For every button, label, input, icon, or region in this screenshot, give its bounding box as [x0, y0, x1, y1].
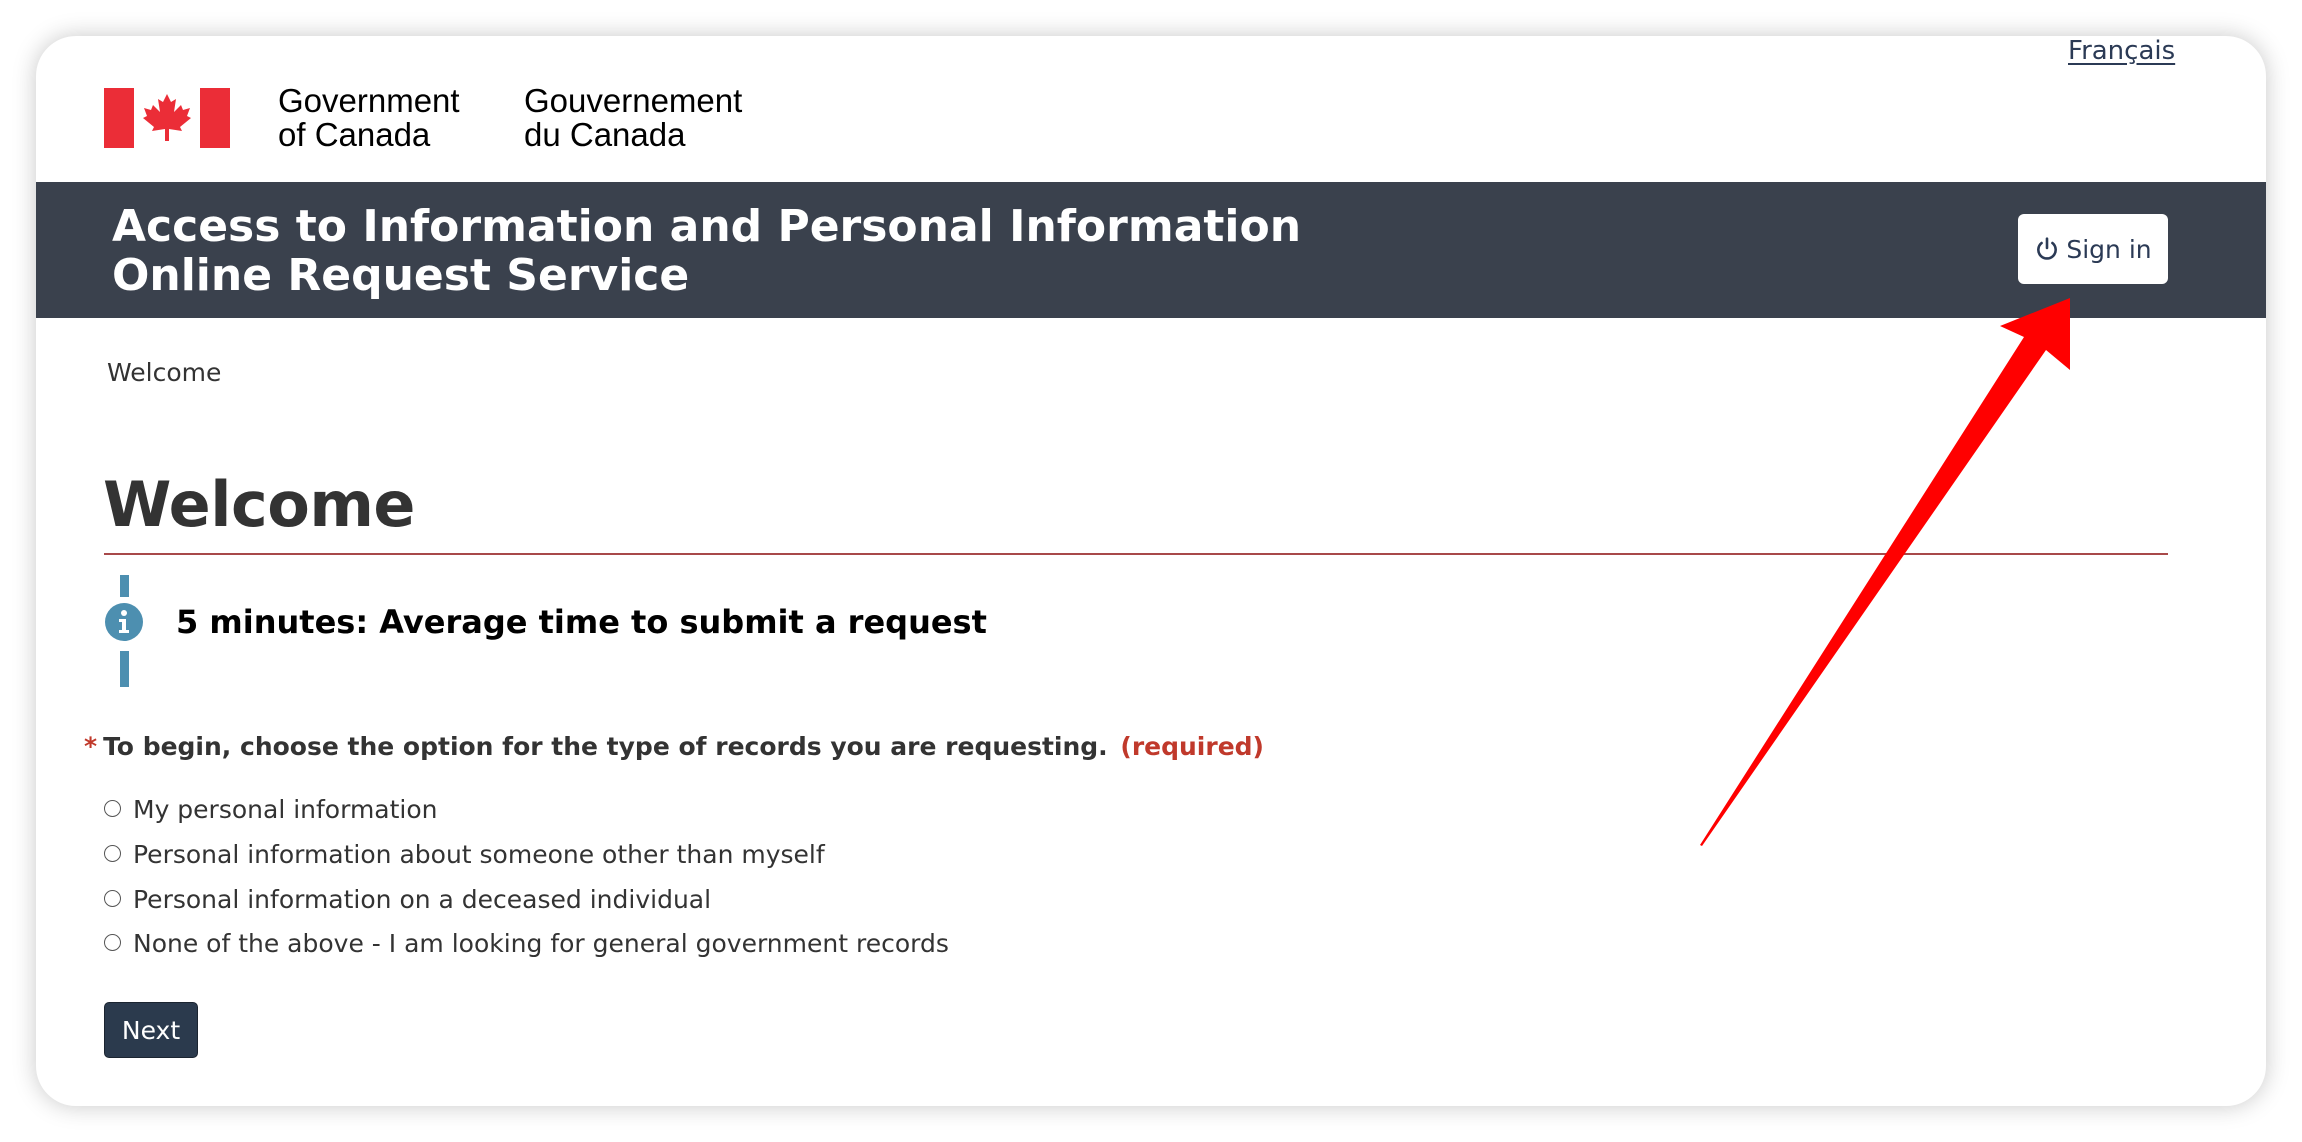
- gov-fr-line1: Gouvernement: [524, 82, 743, 119]
- government-of-canada-wordmark: Government of Canada: [278, 84, 460, 152]
- option-label: None of the above - I am looking for gen…: [133, 928, 949, 958]
- breadcrumb-current: Welcome: [107, 358, 222, 387]
- power-icon: [2037, 237, 2058, 260]
- option-label: Personal information on a deceased indiv…: [133, 884, 712, 914]
- option-my-personal-information[interactable]: My personal information: [104, 792, 438, 826]
- option-label: Personal information about someone other…: [133, 839, 825, 869]
- sign-in-button[interactable]: Sign in: [2018, 214, 2168, 284]
- info-accent-bar: [120, 575, 129, 597]
- info-accent-bar: [120, 651, 129, 687]
- radio-button[interactable]: [104, 933, 121, 951]
- breadcrumb: Welcome: [107, 358, 221, 387]
- gouvernement-du-canada-wordmark: Gouvernement du Canada: [524, 84, 742, 152]
- gov-en-line1: Government: [278, 82, 460, 119]
- service-banner: Access to Information and Personal Infor…: [36, 182, 2266, 318]
- language-toggle-link[interactable]: Français: [2068, 36, 2175, 66]
- question-label: To begin, choose the option for the type…: [103, 732, 1108, 761]
- service-title: Access to Information and Personal Infor…: [112, 202, 1301, 300]
- records-type-question: * To begin, choose the option for the typ…: [84, 732, 1264, 761]
- gov-fr-line2: du Canada: [524, 116, 686, 153]
- radio-button[interactable]: [104, 799, 121, 817]
- option-someone-else[interactable]: Personal information about someone other…: [104, 837, 825, 871]
- radio-button[interactable]: [104, 844, 121, 862]
- required-tag: (required): [1120, 732, 1264, 761]
- required-marker: *: [84, 732, 98, 761]
- title-divider: [104, 553, 2168, 555]
- next-button[interactable]: Next: [104, 1002, 198, 1058]
- radio-button[interactable]: [104, 889, 121, 907]
- option-deceased-individual[interactable]: Personal information on a deceased indiv…: [104, 882, 711, 916]
- service-title-line2: Online Request Service: [112, 250, 690, 301]
- sign-in-label: Sign in: [2066, 234, 2152, 264]
- page-card: Français Government of Canada Gouverneme…: [36, 36, 2266, 1106]
- page-title: Welcome: [103, 468, 415, 541]
- service-title-line1: Access to Information and Personal Infor…: [112, 201, 1302, 252]
- gov-en-line2: of Canada: [278, 116, 431, 153]
- info-icon: [105, 603, 143, 641]
- info-message: 5 minutes: Average time to submit a requ…: [176, 603, 987, 641]
- option-label: My personal information: [133, 794, 438, 824]
- canada-flag-icon: [104, 88, 230, 148]
- option-general-records[interactable]: None of the above - I am looking for gen…: [104, 926, 949, 960]
